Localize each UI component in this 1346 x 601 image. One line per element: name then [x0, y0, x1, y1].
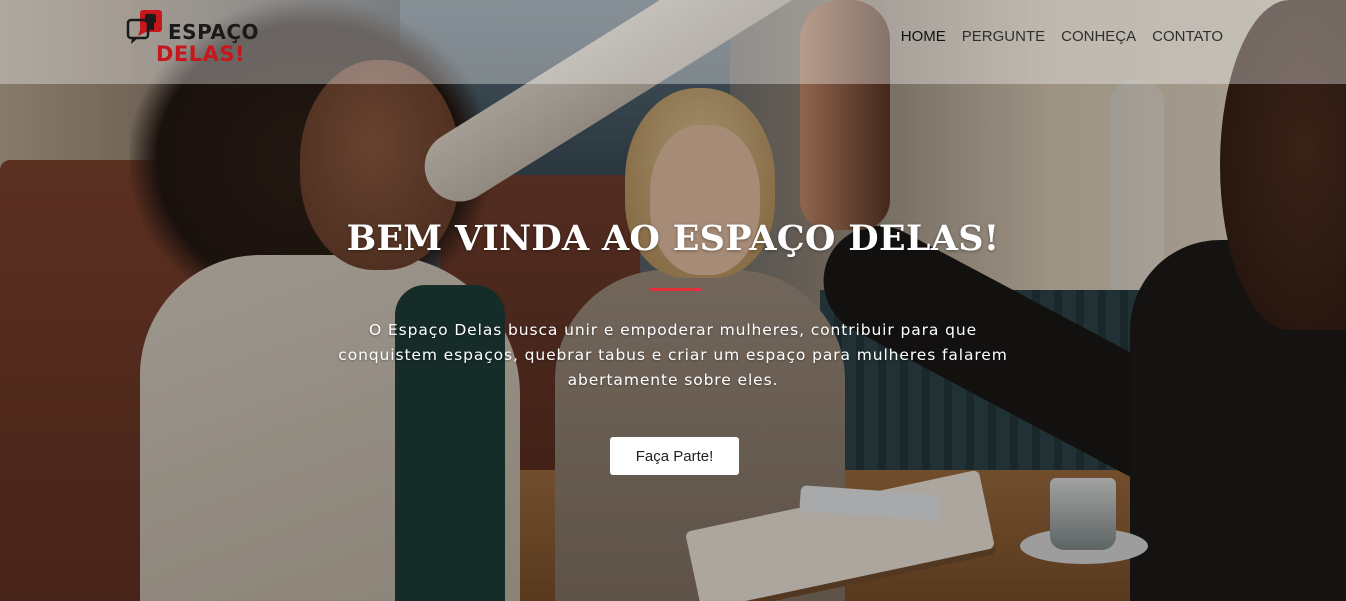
- title-divider: [649, 288, 701, 291]
- join-button[interactable]: Faça Parte!: [610, 437, 739, 475]
- main-nav: HOME PERGUNTE CONHEÇA CONTATO: [901, 28, 1223, 45]
- hero-title: BEM VINDA AO ESPAÇO DELAS!: [346, 218, 1000, 259]
- logo-text-espaco: ESPAÇO: [168, 20, 260, 44]
- brand-logo[interactable]: ESPAÇO DELAS!: [126, 8, 271, 68]
- nav-conheca[interactable]: CONHEÇA: [1061, 28, 1136, 45]
- hero-description: O Espaço Delas busca unir e empoderar mu…: [338, 321, 1008, 389]
- hero-section: ESPAÇO DELAS! HOME PERGUNTE CONHEÇA CONT…: [0, 0, 1346, 601]
- nav-pergunte[interactable]: PERGUNTE: [962, 28, 1045, 45]
- nav-home[interactable]: HOME: [901, 28, 946, 45]
- hero-overlay: [0, 0, 1346, 601]
- nav-contato[interactable]: CONTATO: [1152, 28, 1223, 45]
- navbar: ESPAÇO DELAS! HOME PERGUNTE CONHEÇA CONT…: [0, 0, 1346, 84]
- logo-text-delas: DELAS!: [156, 42, 246, 66]
